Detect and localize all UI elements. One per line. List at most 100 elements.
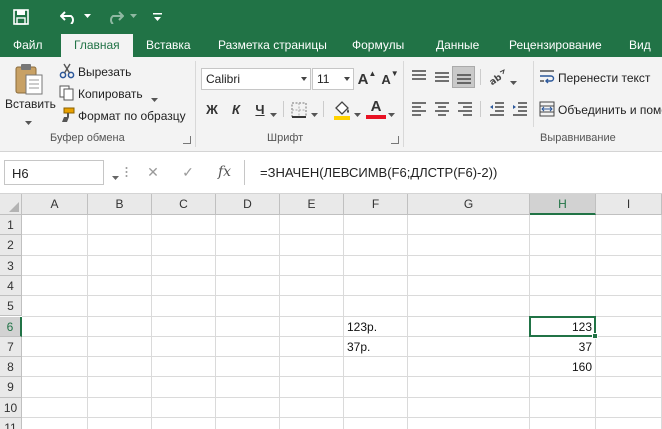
active-cell-highlight (529, 315, 596, 337)
font-size-value: 11 (317, 72, 330, 86)
chevron-down-icon (344, 77, 350, 81)
row-header-9[interactable]: 9 (0, 377, 22, 398)
paste-dropdown-icon[interactable] (25, 115, 32, 125)
copy-dropdown-icon[interactable] (151, 92, 158, 102)
column-header-h[interactable]: H (530, 194, 596, 215)
font-group-label: Шрифт (267, 132, 304, 144)
cancel-icon[interactable]: ✕ (143, 160, 163, 185)
merge-center-button[interactable]: Объединить и поме (558, 103, 662, 117)
gridline-horizontal (22, 234, 662, 236)
paste-button[interactable]: Вставить (5, 97, 56, 111)
formula-bar-splitter-icon[interactable] (125, 163, 128, 181)
italic-button[interactable]: К (227, 99, 245, 119)
font-separator (323, 101, 324, 117)
align-center-icon[interactable] (431, 99, 453, 119)
borders-icon[interactable] (290, 101, 308, 119)
redo-dropdown-icon[interactable] (128, 0, 138, 33)
orientation-icon[interactable]: ab (486, 67, 508, 87)
save-icon[interactable] (8, 0, 34, 33)
column-header-i[interactable]: I (596, 194, 662, 215)
cell-h8[interactable]: 160 (530, 360, 592, 374)
redo-icon[interactable] (102, 0, 128, 33)
align-middle-icon[interactable] (431, 67, 453, 87)
increase-font-size-button[interactable]: A ▲ (357, 69, 377, 89)
font-name-select[interactable]: Calibri (201, 68, 311, 90)
column-header-b[interactable]: B (88, 194, 152, 215)
row-header-11[interactable]: 11 (0, 418, 22, 429)
bold-button[interactable]: Ж (203, 99, 221, 119)
decrease-indent-icon[interactable] (486, 99, 508, 119)
row-header-2[interactable]: 2 (0, 235, 22, 256)
undo-icon[interactable] (56, 0, 82, 33)
row-header-10[interactable]: 10 (0, 397, 22, 418)
row-header-5[interactable]: 5 (0, 296, 22, 317)
font-color-dropdown-icon[interactable] (388, 107, 395, 117)
row-header-7[interactable]: 7 (0, 336, 22, 358)
cell-f6[interactable]: 123р. (347, 320, 377, 334)
undo-dropdown-icon[interactable] (82, 0, 92, 33)
underline-button[interactable]: Ч (251, 99, 269, 119)
column-header-d[interactable]: D (216, 194, 280, 215)
paste-icon[interactable] (12, 62, 46, 96)
tab-insert[interactable]: Вставка (146, 33, 191, 57)
font-size-select[interactable]: 11 (312, 68, 354, 90)
enter-icon[interactable]: ✓ (178, 160, 198, 185)
tab-home[interactable]: Главная (61, 34, 133, 57)
merge-center-icon (539, 101, 555, 117)
decrease-font-size-button[interactable]: A ▼ (380, 69, 400, 89)
orientation-dropdown-icon[interactable] (510, 75, 517, 85)
formula-input[interactable]: =ЗНАЧЕН(ЛЕВСИМВ(F6;ДЛСТР(F6)-2)) (244, 160, 662, 185)
row-header-8[interactable]: 8 (0, 357, 22, 378)
clipboard-group-label: Буфер обмена (50, 132, 125, 144)
name-box-dropdown-icon[interactable] (112, 170, 120, 180)
underline-dropdown-icon[interactable] (270, 107, 277, 117)
row-header-4[interactable]: 4 (0, 275, 22, 297)
fill-handle[interactable] (592, 332, 598, 339)
cut-button[interactable]: Вырезать (78, 65, 131, 79)
font-color-button[interactable]: A (367, 97, 385, 115)
row-header-6[interactable]: 6 (0, 316, 22, 337)
align-top-icon[interactable] (408, 67, 430, 87)
wrap-text-button[interactable]: Перенести текст (558, 71, 650, 85)
insert-function-icon[interactable]: fx (218, 164, 231, 180)
align-bottom-icon[interactable] (452, 66, 475, 88)
wrap-text-icon (539, 69, 555, 85)
column-header-f[interactable]: F (344, 194, 408, 215)
group-separator (195, 61, 196, 147)
tab-file[interactable]: Файл (13, 33, 43, 57)
align-right-icon[interactable] (454, 99, 476, 119)
column-header-g[interactable]: G (408, 194, 530, 215)
gridline-horizontal (22, 295, 662, 297)
gridline-horizontal (22, 254, 662, 256)
cell-f7[interactable]: 37р. (347, 340, 370, 354)
format-painter-icon (59, 107, 75, 123)
tab-data[interactable]: Данные (436, 33, 479, 57)
column-header-c[interactable]: C (152, 194, 216, 215)
copy-button[interactable]: Копировать (78, 87, 143, 101)
chevron-down-icon (301, 77, 307, 81)
worksheet-grid[interactable]: ABCDEFGHI 1 2 3 4 5 6 7 8 9 10 11 123р. 37р. 123 37 16… (0, 194, 662, 429)
tab-view[interactable]: Вид (629, 33, 651, 57)
cell-h7[interactable]: 37 (530, 340, 592, 354)
row-header-1[interactable]: 1 (0, 215, 22, 236)
fill-color-icon[interactable] (331, 99, 353, 121)
align-left-icon[interactable] (408, 99, 430, 119)
column-header-a[interactable]: A (22, 194, 88, 215)
customize-icon[interactable] (150, 0, 164, 33)
tab-formulas[interactable]: Формулы (352, 33, 404, 57)
tab-page-layout[interactable]: Разметка страницы (218, 33, 327, 57)
name-box[interactable]: H6 (4, 160, 104, 185)
column-header-e[interactable]: E (280, 194, 344, 215)
ribbon-tabs: Файл Главная Вставка Разметка страницы Ф… (0, 33, 662, 57)
increase-indent-icon[interactable] (509, 99, 531, 119)
clipboard-launcher-icon[interactable] (183, 136, 191, 144)
formula-text: =ЗНАЧЕН(ЛЕВСИМВ(F6;ДЛСТР(F6)-2)) (260, 165, 498, 180)
tab-review[interactable]: Рецензирование (509, 33, 602, 57)
select-all-icon[interactable] (0, 194, 22, 215)
row-header-3[interactable]: 3 (0, 255, 22, 276)
increase-font-icon: A (357, 70, 369, 88)
format-painter-button[interactable]: Формат по образцу (78, 109, 186, 123)
borders-dropdown-icon[interactable] (311, 107, 318, 117)
fill-color-dropdown-icon[interactable] (354, 107, 361, 117)
font-launcher-icon[interactable] (391, 136, 399, 144)
